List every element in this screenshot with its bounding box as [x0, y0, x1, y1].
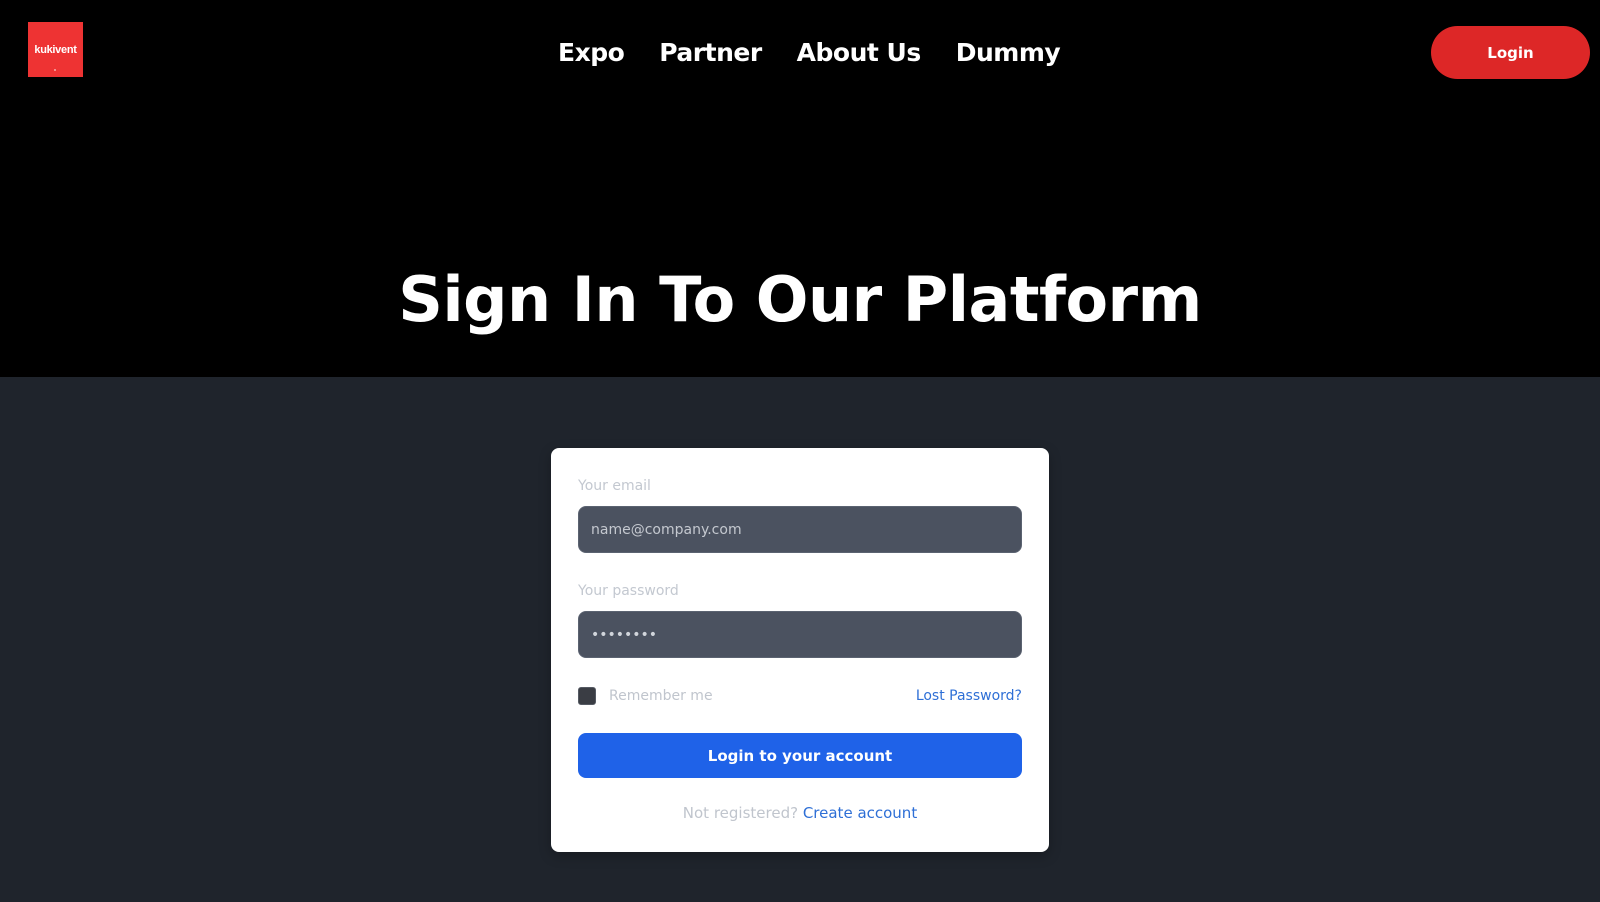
register-row: Not registered? Create account — [551, 803, 1049, 823]
sign-in-card: Your email Your password Remember me Los… — [551, 448, 1049, 852]
nav-link-expo[interactable]: Expo — [558, 34, 625, 74]
login-submit-button[interactable]: Login to your account — [578, 733, 1022, 778]
nav-link-about-us[interactable]: About Us — [797, 34, 922, 74]
header-login-button[interactable]: Login — [1431, 26, 1590, 79]
lost-password-link[interactable]: Lost Password? — [916, 686, 1022, 706]
nav-link-dummy[interactable]: Dummy — [956, 34, 1061, 74]
remember-row: Remember me Lost Password? — [578, 685, 1022, 707]
password-label: Your password — [578, 583, 679, 599]
top-navbar: kukivent Expo Partner About Us Dummy Log… — [0, 0, 1600, 106]
main-nav: Expo Partner About Us Dummy — [558, 34, 1061, 74]
email-label: Your email — [578, 478, 651, 494]
brand-logo-text: kukivent — [34, 43, 77, 56]
remember-me-checkbox[interactable] — [578, 687, 596, 705]
remember-me-label[interactable]: Remember me — [609, 686, 713, 706]
page-title: Sign In To Our Platform — [398, 263, 1202, 336]
not-registered-text: Not registered? — [682, 804, 803, 822]
email-field[interactable] — [578, 506, 1022, 553]
nav-link-partner[interactable]: Partner — [659, 34, 762, 74]
password-field[interactable] — [578, 611, 1022, 658]
logo-dot-icon — [54, 69, 56, 71]
brand-logo[interactable]: kukivent — [28, 22, 83, 77]
create-account-link[interactable]: Create account — [803, 804, 917, 822]
hero-section: kukivent Expo Partner About Us Dummy Log… — [0, 0, 1600, 377]
